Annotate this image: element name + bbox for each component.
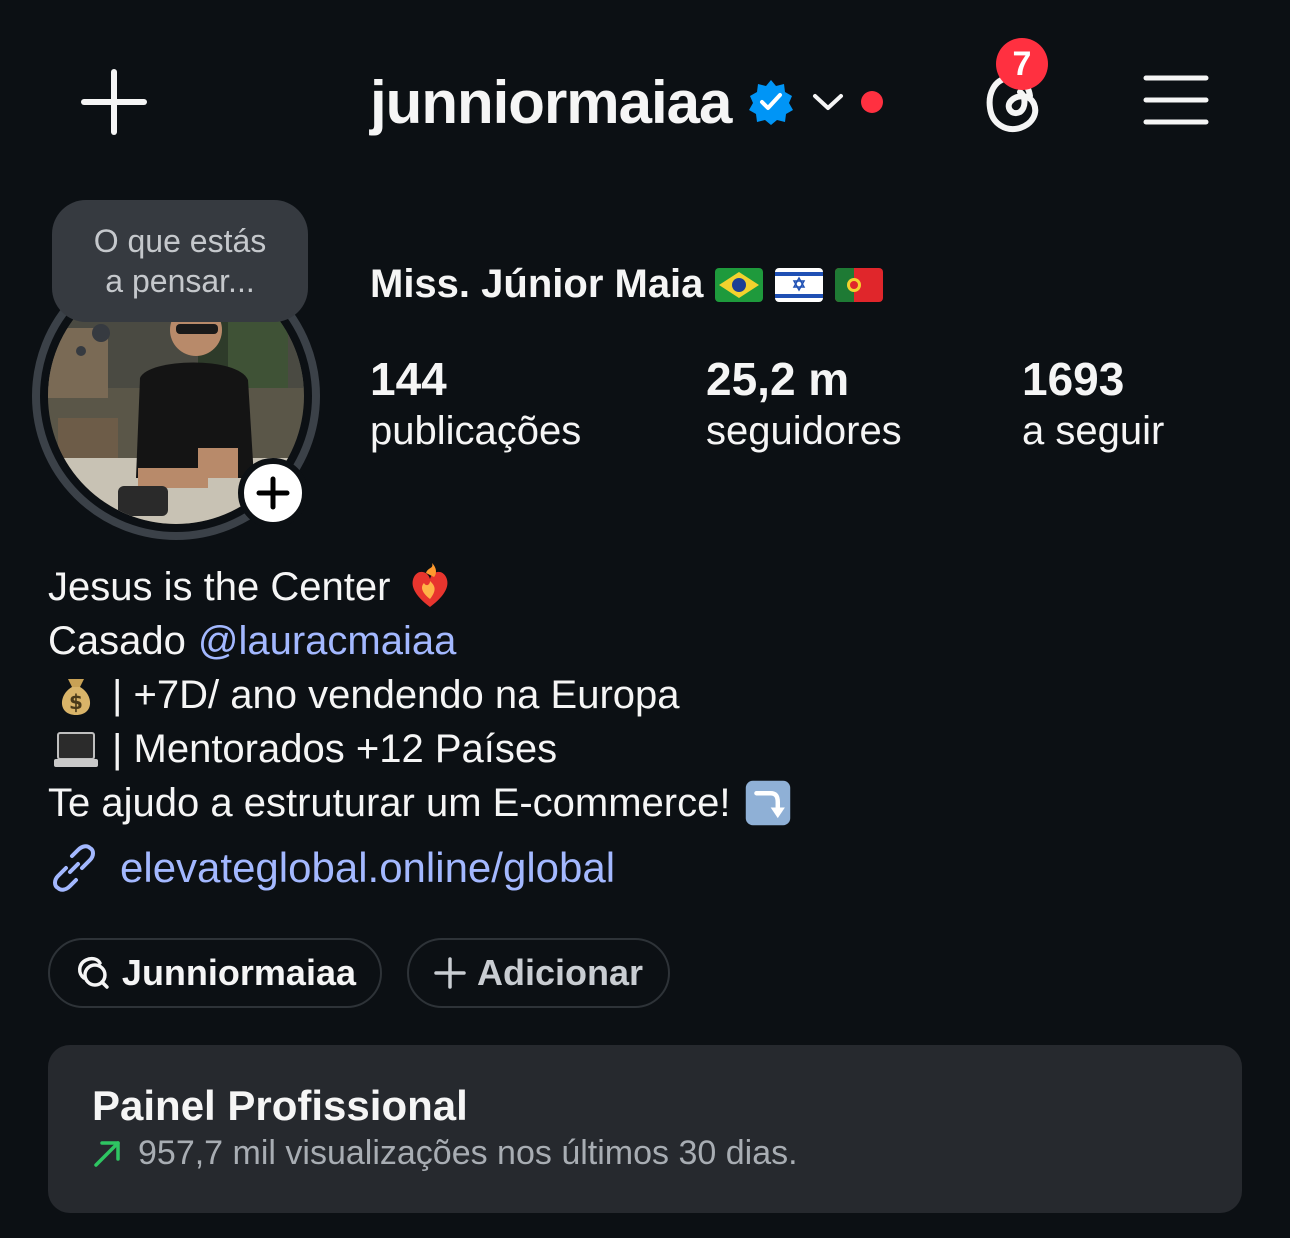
bio-line-2: Casado @lauracmaiaa xyxy=(48,614,1048,668)
display-name: Miss. Júnior Maia xyxy=(370,262,704,306)
svg-text:$: $ xyxy=(69,690,83,714)
note-tail xyxy=(92,324,110,342)
notification-badge: 7 xyxy=(996,38,1048,90)
brazil-flag-icon xyxy=(715,267,764,302)
plus-icon xyxy=(256,476,290,510)
plus-icon xyxy=(434,957,466,989)
add-story-button[interactable] xyxy=(238,458,308,528)
arrow-curving-down-icon xyxy=(746,780,791,826)
stat-posts-label: publicações xyxy=(370,409,582,453)
bio: Jesus is the Center Casado @lauracmaiaa … xyxy=(48,560,1048,830)
bio-line-5: Te ajudo a estruturar um E-commerce! xyxy=(48,776,1048,830)
verified-badge-icon xyxy=(749,80,794,125)
bio-line-2-text: Casado xyxy=(48,619,186,663)
note-bubble[interactable]: O que estás a pensar... xyxy=(52,200,308,322)
dashboard-subtitle: 957,7 mil visualizações nos últimos 30 d… xyxy=(138,1134,798,1172)
bio-line-1: Jesus is the Center xyxy=(48,560,1048,614)
bio-line-1-text: Jesus is the Center xyxy=(48,565,391,609)
unread-dot xyxy=(861,91,884,113)
trend-up-icon xyxy=(94,1140,120,1167)
laptop-icon xyxy=(54,732,98,767)
israel-flag-icon xyxy=(775,267,824,302)
menu-button[interactable] xyxy=(1142,72,1210,128)
bio-line-4: | Mentorados +12 Países xyxy=(48,722,1048,776)
hamburger-menu-icon xyxy=(1143,75,1209,125)
threads-chip-icon xyxy=(77,956,109,989)
stat-posts[interactable]: 144 publicações xyxy=(370,352,581,456)
link-text[interactable]: elevateglobal.online/global xyxy=(120,844,615,892)
note-line-2: a pensar... xyxy=(105,263,255,299)
stat-followers-label: seguidores xyxy=(706,409,902,453)
bio-line-5-text: Te ajudo a estruturar um E-commerce! xyxy=(48,781,731,825)
chevron-down-icon xyxy=(813,94,844,110)
add-button[interactable]: Adicionar xyxy=(407,938,670,1008)
stat-following[interactable]: 1693 a seguir xyxy=(1022,352,1164,456)
account-switcher[interactable]: junniormaiaa xyxy=(370,64,884,140)
threads-profile-chip[interactable]: Junniormaiaa xyxy=(48,938,382,1008)
money-bag-icon: $ xyxy=(61,679,91,715)
mention-link[interactable]: @lauracmaiaa xyxy=(198,614,457,668)
add-chip-label: Adicionar xyxy=(477,952,644,993)
plus-icon xyxy=(81,69,147,135)
note-tail xyxy=(76,346,86,356)
bio-line-4-text: | Mentorados +12 Países xyxy=(112,727,558,771)
bio-line-3-text: | +7D/ ano vendendo na Europa xyxy=(112,673,680,717)
bio-line-3: $ | +7D/ ano vendendo na Europa xyxy=(48,668,1048,722)
stat-followers-value: 25,2 m xyxy=(706,353,850,405)
threads-chip-label: Junniormaiaa xyxy=(121,952,356,993)
heart-on-fire-icon xyxy=(412,563,448,607)
external-link[interactable]: elevateglobal.online/global xyxy=(48,842,615,894)
stat-following-value: 1693 xyxy=(1022,353,1125,405)
stat-posts-value: 144 xyxy=(370,353,447,405)
create-post-button[interactable] xyxy=(80,68,148,136)
stat-followers[interactable]: 25,2 m seguidores xyxy=(706,352,902,456)
note-line-1: O que estás xyxy=(93,223,267,259)
dashboard-title: Painel Profissional xyxy=(92,1082,468,1129)
link-icon xyxy=(53,844,95,892)
display-name-row: Miss. Júnior Maia xyxy=(370,262,884,307)
portugal-flag-icon xyxy=(835,267,884,302)
stat-following-label: a seguir xyxy=(1022,409,1165,453)
dashboard-subtitle-row: 957,7 mil visualizações nos últimos 30 d… xyxy=(92,1134,798,1173)
username: junniormaiaa xyxy=(370,68,732,136)
